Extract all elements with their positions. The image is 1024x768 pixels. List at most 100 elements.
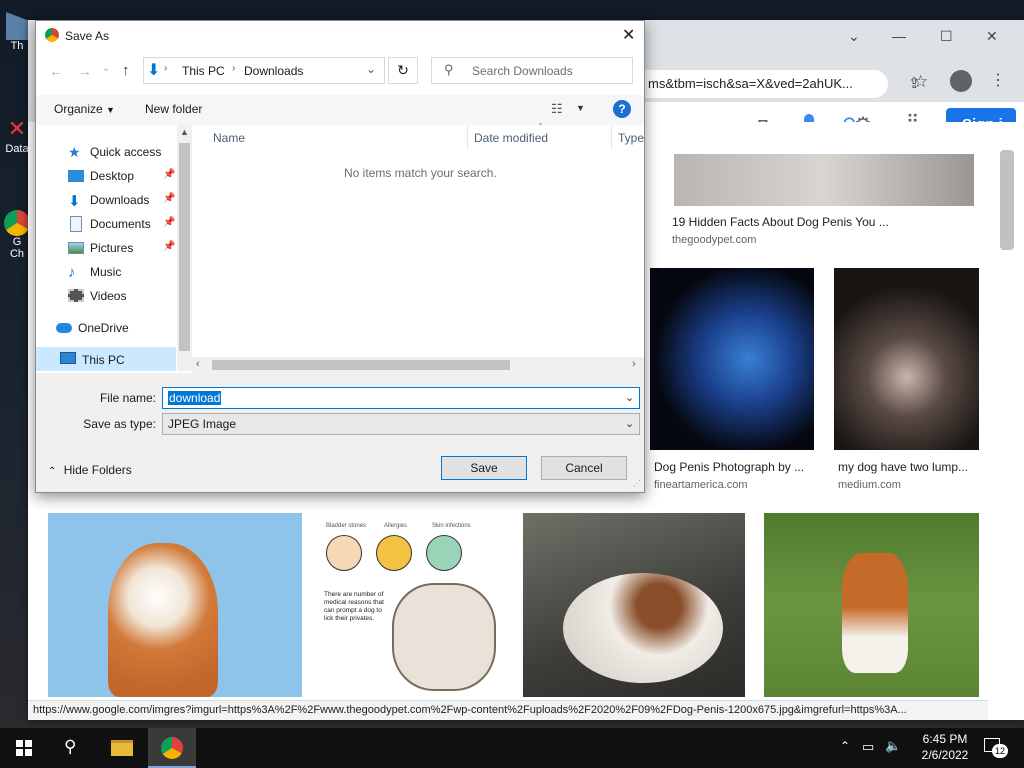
pin-icon: 📌: [163, 217, 176, 228]
x-mark-icon: ✕: [7, 116, 27, 141]
column-header-type[interactable]: Type: [618, 131, 644, 145]
result-image[interactable]: [650, 268, 814, 450]
result-image[interactable]: Bladder stones Allergies Skin infections…: [320, 513, 504, 697]
nav-item-label: OneDrive: [78, 321, 129, 335]
dog-shape: [108, 543, 218, 697]
tab-search-icon[interactable]: ⌄: [848, 28, 860, 45]
back-arrow-icon[interactable]: ←: [49, 63, 63, 79]
result-image[interactable]: [48, 513, 302, 697]
save-type-label: Save as type:: [83, 417, 156, 431]
scrollbar-thumb[interactable]: [179, 143, 190, 351]
cancel-button[interactable]: Cancel: [541, 456, 627, 480]
nav-item-onedrive[interactable]: OneDrive: [44, 317, 164, 339]
new-folder-button[interactable]: New folder: [145, 102, 202, 116]
help-icon[interactable]: ?: [613, 100, 631, 118]
hide-folders-label: Hide Folders: [63, 463, 132, 477]
skin-icon: [426, 535, 462, 571]
result-image[interactable]: [523, 513, 745, 697]
result-source[interactable]: fineartamerica.com: [654, 479, 748, 491]
allergy-icon: [376, 535, 412, 571]
file-explorer-button[interactable]: [98, 728, 146, 768]
refresh-button[interactable]: ↻: [388, 57, 418, 84]
column-divider: [467, 125, 468, 149]
page-scrollbar-thumb[interactable]: [1000, 150, 1014, 250]
result-source[interactable]: medium.com: [838, 479, 901, 491]
nav-item-label: Pictures: [90, 241, 134, 255]
hide-folders-toggle[interactable]: ⌃ Hide Folders: [48, 463, 132, 477]
show-hidden-icons-chevron-icon[interactable]: ⌃: [840, 739, 850, 753]
save-type-value: JPEG Image: [168, 417, 237, 431]
breadcrumb[interactable]: ⬇ › This PC › Downloads ⌄: [143, 57, 385, 84]
navigation-scrollbar[interactable]: ▲: [177, 125, 192, 371]
result-caption[interactable]: my dog have two lump...: [838, 460, 968, 474]
recent-locations-chevron-icon[interactable]: ⌄: [102, 63, 110, 74]
desktop-icon-label: Th: [10, 40, 24, 52]
start-button[interactable]: [0, 728, 48, 768]
scrollbar-thumb[interactable]: [212, 360, 510, 370]
resize-grip-icon[interactable]: ⋰: [633, 479, 641, 488]
notifications-button[interactable]: 12: [984, 738, 1008, 758]
breadcrumb-downloads[interactable]: Downloads: [244, 64, 303, 78]
result-image[interactable]: [674, 154, 974, 206]
close-browser-button[interactable]: ✕: [986, 28, 998, 45]
nav-item-music[interactable]: ♪ Music: [56, 261, 176, 283]
bookmark-star-icon[interactable]: ☆: [913, 72, 928, 92]
search-button[interactable]: ⚲: [48, 728, 96, 768]
notification-count-badge: 12: [992, 744, 1008, 758]
clock[interactable]: 6:45 PM 2/6/2022: [915, 731, 975, 763]
nav-item-documents[interactable]: Documents 📌: [56, 213, 176, 235]
download-arrow-icon: ⬇: [68, 193, 81, 210]
save-type-select[interactable]: JPEG Image ⌄: [162, 413, 640, 435]
nav-item-videos[interactable]: Videos: [56, 285, 176, 307]
nav-item-quick-access[interactable]: ★ Quick access: [56, 141, 176, 163]
file-name-input[interactable]: download ⌄: [162, 387, 640, 409]
nav-item-downloads[interactable]: ⬇ Downloads 📌: [56, 189, 176, 211]
address-url: ms&tbm=isch&sa=X&ved=2ahUK...: [648, 76, 853, 91]
column-header-date[interactable]: Date modified: [474, 131, 548, 145]
chevron-down-icon[interactable]: ⌄: [366, 62, 376, 76]
profile-avatar-icon[interactable]: [950, 70, 972, 92]
chrome-taskbar-button[interactable]: [148, 728, 196, 768]
result-caption[interactable]: 19 Hidden Facts About Dog Penis You ...: [672, 215, 889, 229]
minimize-button[interactable]: —: [892, 28, 906, 44]
scroll-right-arrow-icon[interactable]: ›: [632, 358, 636, 370]
sort-caret-icon: ⌃: [537, 122, 544, 131]
file-list-scrollbar[interactable]: ‹ ›: [192, 357, 644, 373]
view-options-icon[interactable]: ☷: [551, 101, 563, 117]
scroll-up-arrow-icon[interactable]: ▲: [180, 127, 189, 137]
pin-icon: 📌: [163, 169, 176, 180]
up-arrow-icon[interactable]: ↑: [122, 62, 130, 79]
file-name-value: download: [168, 391, 222, 405]
pin-icon: 📌: [163, 193, 176, 204]
search-input[interactable]: ⚲ Search Downloads: [431, 57, 633, 84]
nav-item-label: Music: [90, 265, 122, 279]
menu-kebab-icon[interactable]: ⋮: [990, 70, 1006, 90]
chevron-down-icon[interactable]: ⌄: [625, 391, 634, 404]
chrome-icon: [161, 737, 183, 759]
nav-item-label: Downloads: [90, 193, 150, 207]
maximize-button[interactable]: ☐: [940, 28, 953, 45]
result-source[interactable]: thegoodypet.com: [672, 234, 756, 246]
search-icon: ⚲: [444, 62, 454, 77]
nav-item-this-pc[interactable]: This PC: [36, 347, 176, 371]
result-image[interactable]: [764, 513, 979, 697]
organize-menu-button[interactable]: Organize ▼: [54, 102, 115, 116]
nav-item-pictures[interactable]: Pictures 📌: [56, 237, 176, 259]
network-icon[interactable]: ▭: [862, 739, 874, 755]
forward-arrow-icon[interactable]: →: [78, 63, 92, 79]
nav-item-desktop[interactable]: Desktop 📌: [56, 165, 176, 187]
search-icon: ⚲: [64, 737, 77, 756]
dialog-titlebar[interactable]: Save As ✕: [36, 21, 644, 51]
result-caption[interactable]: Dog Penis Photograph by ...: [654, 460, 804, 474]
volume-muted-icon[interactable]: 🔈: [885, 738, 901, 754]
scroll-left-arrow-icon[interactable]: ‹: [196, 358, 200, 370]
result-image[interactable]: [834, 268, 979, 450]
breadcrumb-this-pc[interactable]: This PC: [182, 64, 225, 78]
chevron-down-icon[interactable]: ⌄: [625, 417, 634, 430]
dialog-close-button[interactable]: ✕: [622, 25, 635, 45]
save-button[interactable]: Save: [441, 456, 527, 480]
dropdown-caret-icon[interactable]: ▼: [576, 103, 585, 113]
document-icon: [70, 216, 82, 232]
file-icon: [6, 12, 28, 40]
column-header-name[interactable]: Name: [213, 131, 245, 145]
